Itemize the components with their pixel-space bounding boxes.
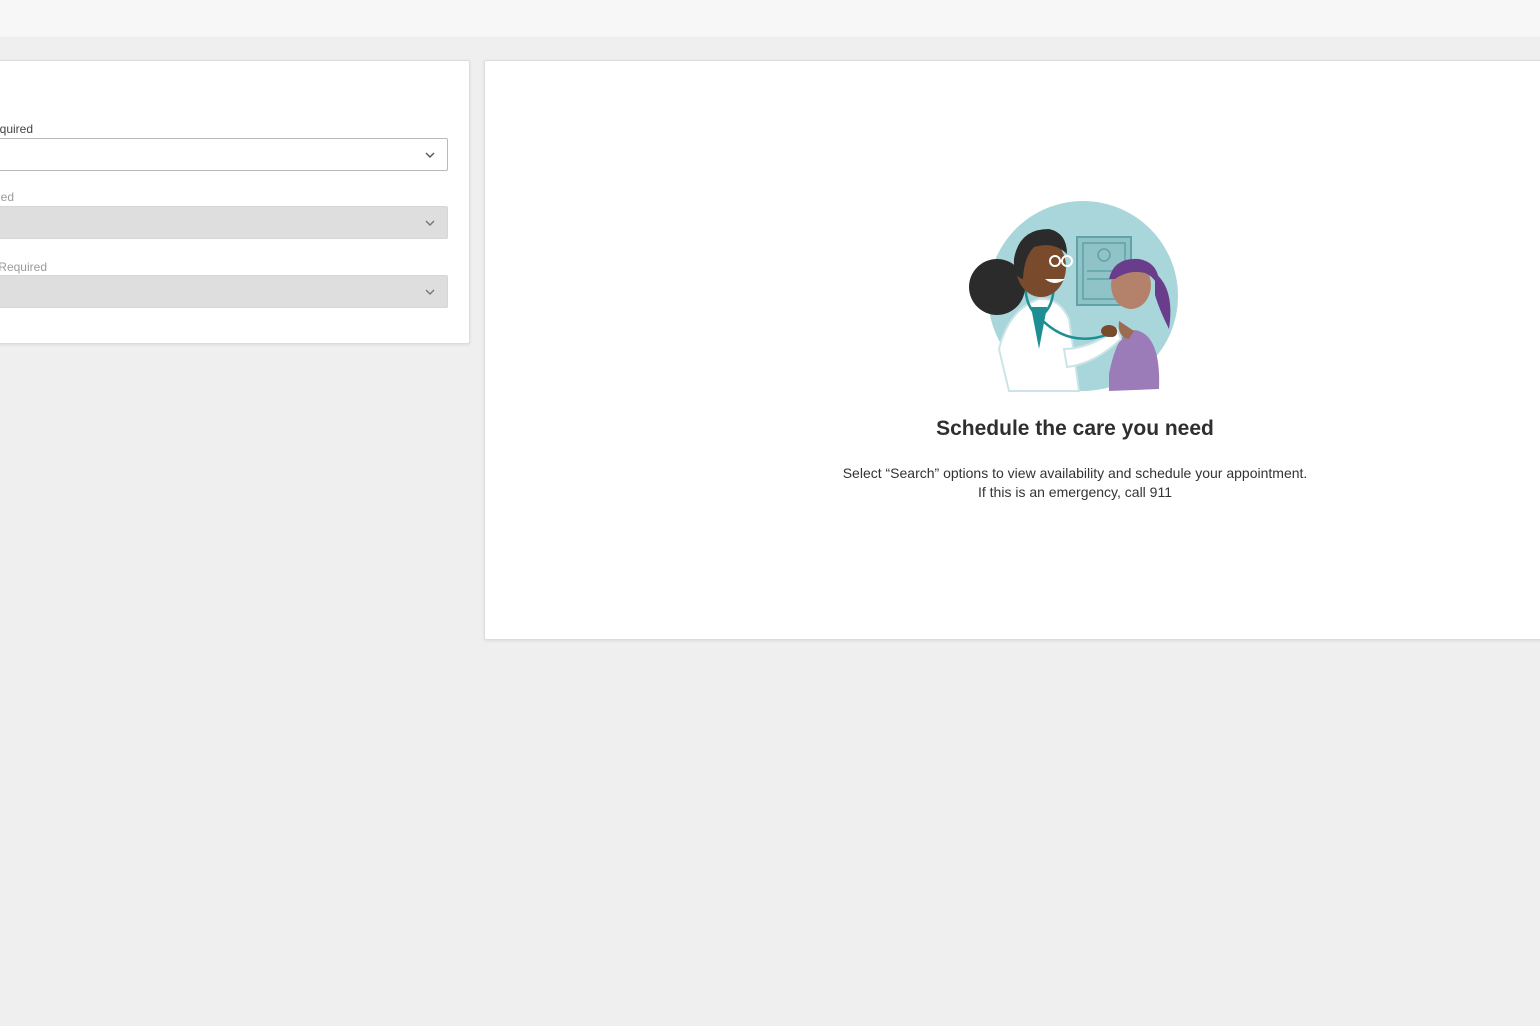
field-3-select — [0, 275, 448, 308]
empty-state-description: Select “Search” options to view availabi… — [842, 465, 1308, 481]
chevron-down-icon — [425, 220, 435, 226]
field-3-label: Required — [0, 260, 47, 274]
results-panel: Schedule the care you need Select “Searc… — [484, 60, 1540, 640]
field-1-select[interactable] — [0, 138, 448, 171]
doctor-examining-child-illustration — [969, 201, 1178, 392]
field-2-select — [0, 206, 448, 239]
field-2-label: ed — [0, 190, 14, 204]
empty-state-title: Schedule the care you need — [936, 417, 1214, 440]
chevron-down-icon — [425, 152, 435, 158]
field-1-label: quired — [0, 122, 33, 136]
search-panel: quired ed Required — [0, 60, 470, 344]
chevron-down-icon — [425, 289, 435, 295]
top-bar — [0, 0, 1540, 38]
emergency-notice: If this is an emergency, call 911 — [977, 484, 1173, 500]
